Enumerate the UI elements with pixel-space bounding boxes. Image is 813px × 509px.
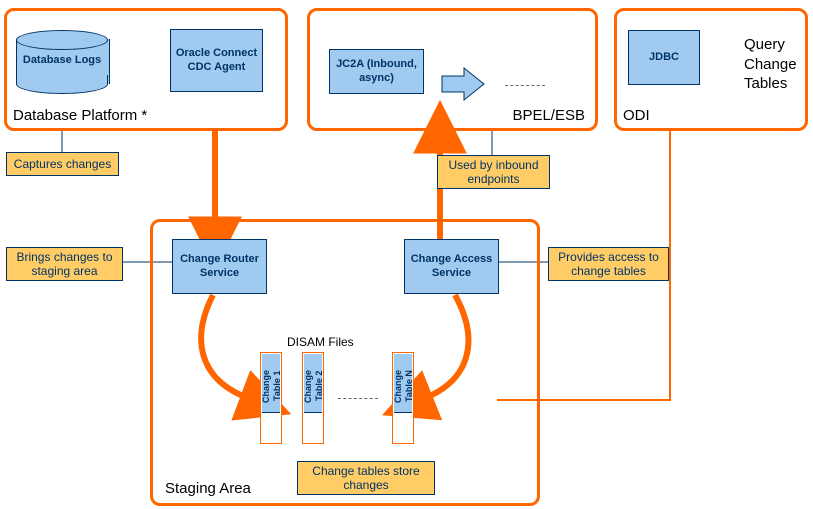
db-logs-cylinder: Database Logs bbox=[16, 30, 108, 93]
node-access: Change Access Service bbox=[404, 239, 499, 294]
note-provides: Provides access to change tables bbox=[548, 247, 669, 281]
node-jc2a-label: JC2A (Inbound, async) bbox=[330, 58, 423, 84]
ellipsis-bpel bbox=[505, 85, 545, 86]
region-title-db: Database Platform * bbox=[13, 107, 147, 124]
node-cdc-agent-label: Oracle Connect CDC Agent bbox=[171, 47, 262, 73]
region-title-staging: Staging Area bbox=[165, 480, 251, 497]
note-used-by-label: Used by inbound endpoints bbox=[440, 158, 547, 187]
node-access-label: Change Access Service bbox=[405, 253, 498, 279]
note-provides-label: Provides access to change tables bbox=[551, 250, 666, 279]
node-cdc-agent: Oracle Connect CDC Agent bbox=[170, 29, 263, 92]
disam-files-label: DISAM Files bbox=[287, 335, 354, 349]
note-brings-label: Brings changes to staging area bbox=[9, 250, 120, 279]
node-jdbc: JDBC bbox=[628, 30, 700, 85]
region-title-odi: ODI bbox=[623, 107, 650, 124]
note-used-by: Used by inbound endpoints bbox=[437, 155, 550, 189]
change-table-n-label: Change Table N bbox=[393, 357, 413, 415]
note-store: Change tables store changes bbox=[297, 461, 435, 495]
region-title-bpel: BPEL/ESB bbox=[512, 107, 585, 124]
change-table-n: Change Table N bbox=[392, 352, 414, 444]
node-router-label: Change Router Service bbox=[173, 253, 266, 279]
note-store-label: Change tables store changes bbox=[300, 464, 432, 493]
change-table-1: Change Table 1 bbox=[260, 352, 282, 444]
ellipsis-ctables bbox=[338, 398, 378, 399]
db-logs-label: Database Logs bbox=[16, 54, 108, 67]
note-captures: Captures changes bbox=[6, 152, 119, 176]
change-table-2-label: Change Table 2 bbox=[303, 357, 323, 415]
diagram-canvas: Database Platform * Database Logs Oracle… bbox=[0, 0, 813, 509]
note-brings: Brings changes to staging area bbox=[6, 247, 123, 281]
node-jdbc-label: JDBC bbox=[649, 51, 679, 64]
change-table-1-label: Change Table 1 bbox=[261, 357, 281, 415]
odi-side-label: Query Change Tables bbox=[744, 35, 804, 94]
node-jc2a: JC2A (Inbound, async) bbox=[329, 49, 424, 94]
change-table-2: Change Table 2 bbox=[302, 352, 324, 444]
node-router: Change Router Service bbox=[172, 239, 267, 294]
note-captures-label: Captures changes bbox=[14, 157, 111, 171]
